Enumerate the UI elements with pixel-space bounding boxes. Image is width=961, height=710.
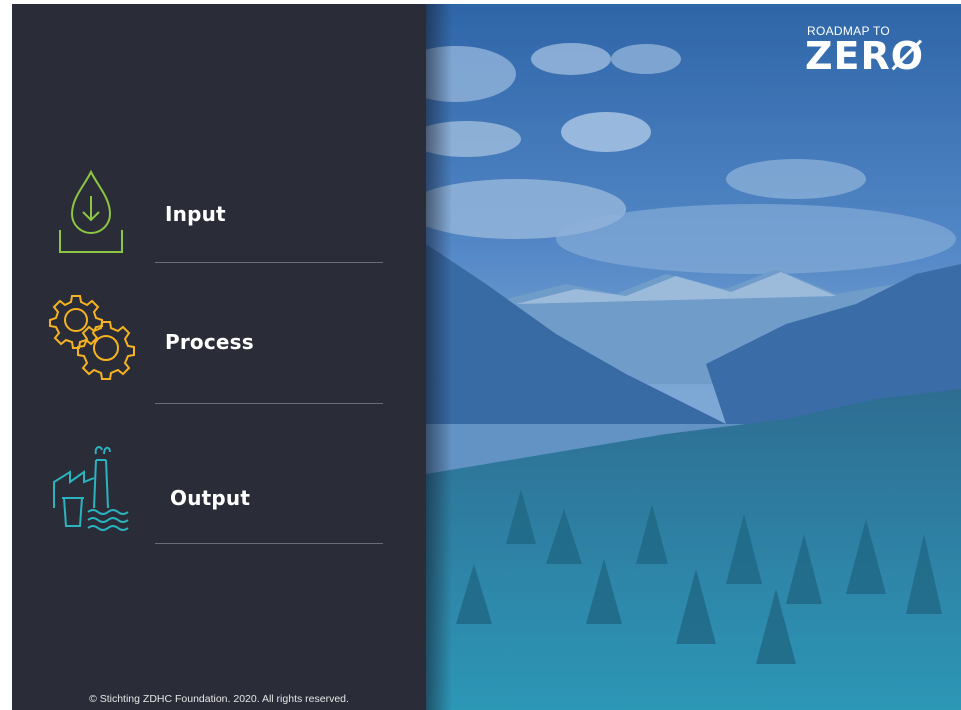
menu-item-output[interactable]: Output [12, 434, 426, 546]
divider [155, 262, 383, 263]
logo-main-text: ZERØ [805, 34, 925, 78]
panel-shadow [426, 4, 452, 710]
gears-icon [48, 290, 138, 385]
mountain-forest-image: ROADMAP TO ZERØ [426, 4, 961, 710]
droplet-download-icon [56, 168, 126, 259]
copyright-text: © Stichting ZDHC Foundation. 2020. All r… [89, 693, 349, 705]
menu-label-process: Process [165, 330, 254, 354]
presentation-slide: ROADMAP TO ZERØ Input Process Output © S… [12, 4, 961, 710]
menu-item-input[interactable]: Input [12, 154, 426, 266]
navigation-panel: Input Process Output © Stichting ZDHC Fo… [12, 4, 426, 710]
divider [155, 543, 383, 544]
menu-label-output: Output [170, 486, 251, 510]
divider [155, 403, 383, 404]
factory-water-icon [52, 438, 134, 539]
menu-item-process[interactable]: Process [12, 284, 426, 406]
roadmap-to-zero-logo: ROADMAP TO ZERØ [805, 24, 955, 78]
landscape-illustration [426, 4, 961, 710]
menu-label-input: Input [165, 202, 226, 226]
